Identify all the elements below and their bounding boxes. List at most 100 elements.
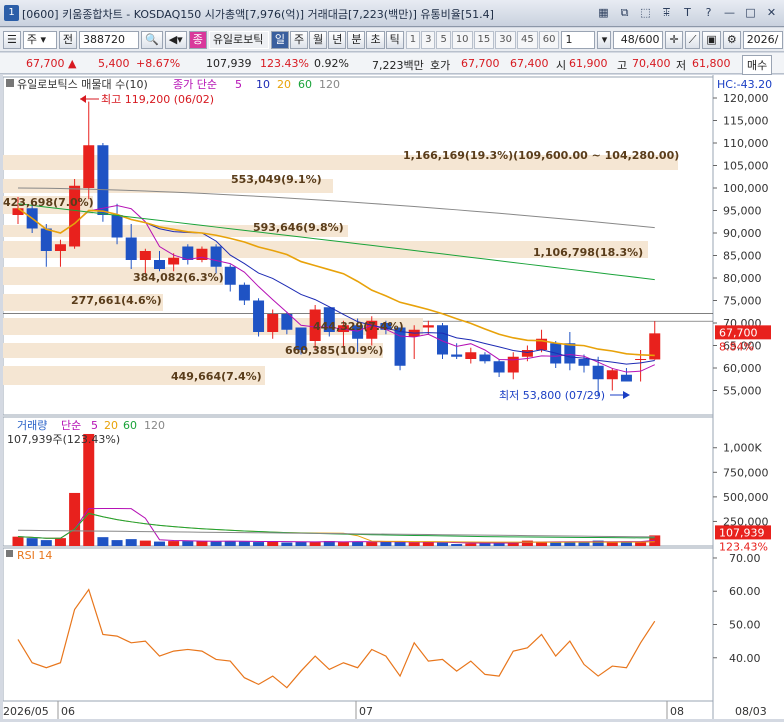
- volume-bar[interactable]: [111, 540, 123, 546]
- candle[interactable]: [620, 374, 632, 382]
- volume-bar[interactable]: [139, 540, 151, 546]
- unit-button-1[interactable]: 1: [405, 30, 421, 49]
- code-input[interactable]: 388720: [79, 30, 139, 49]
- unit-button-30[interactable]: 30: [495, 30, 517, 49]
- volume-bar[interactable]: [281, 542, 293, 546]
- volume-bar[interactable]: [238, 541, 250, 546]
- volume-bar[interactable]: [168, 541, 180, 546]
- candle[interactable]: [111, 215, 123, 238]
- prev-button[interactable]: 전: [58, 30, 77, 49]
- unit-button-60[interactable]: 60: [538, 30, 560, 49]
- candle[interactable]: [578, 359, 590, 366]
- help-icon[interactable]: ?: [700, 4, 717, 21]
- candle[interactable]: [97, 145, 109, 215]
- candle[interactable]: [69, 185, 81, 247]
- link-icon[interactable]: ⬚: [637, 4, 654, 21]
- volume-bar[interactable]: [210, 541, 222, 546]
- candle[interactable]: [394, 327, 406, 366]
- volume-bar[interactable]: [97, 537, 109, 546]
- volume-bar[interactable]: [394, 542, 406, 546]
- candle[interactable]: [635, 359, 647, 360]
- volume-bar[interactable]: [69, 492, 81, 546]
- volume-bar[interactable]: [54, 538, 66, 546]
- candle[interactable]: [479, 354, 491, 362]
- volume-bar[interactable]: [536, 542, 548, 546]
- cycle-select[interactable]: 주 ▾: [22, 30, 57, 49]
- volume-bar[interactable]: [606, 542, 618, 546]
- draw-line-icon[interactable]: ⟋: [684, 30, 701, 49]
- volume-bar[interactable]: [465, 543, 477, 546]
- tab-period-6[interactable]: 틱: [385, 30, 404, 49]
- unit-dropdown-icon[interactable]: ▾: [597, 30, 612, 49]
- volume-bar[interactable]: [437, 542, 448, 546]
- candle[interactable]: [451, 354, 463, 357]
- volume-bar[interactable]: [550, 542, 562, 546]
- rsi-panel[interactable]: [2, 547, 714, 702]
- candle[interactable]: [437, 325, 448, 355]
- candle[interactable]: [422, 325, 434, 328]
- volume-bar[interactable]: [26, 538, 38, 546]
- chart-canvas[interactable]: 120,000 115,000 110,000 105,000 100,000 95,00…: [2, 75, 784, 719]
- grid-icon[interactable]: ▦: [595, 4, 612, 21]
- unit-button-3[interactable]: 3: [421, 30, 436, 49]
- pin-icon[interactable]: ꔯ: [658, 4, 675, 21]
- maximize-icon[interactable]: □: [742, 4, 759, 21]
- unit-input[interactable]: 1: [561, 30, 596, 49]
- unit-button-10[interactable]: 10: [451, 30, 473, 49]
- crosshair-icon[interactable]: ✛: [665, 30, 683, 49]
- candle[interactable]: [521, 350, 533, 357]
- candle[interactable]: [54, 244, 66, 251]
- candle[interactable]: [168, 257, 180, 265]
- volume-bar[interactable]: [253, 542, 265, 546]
- tab-period-5[interactable]: 초: [366, 30, 385, 49]
- candle[interactable]: [154, 260, 165, 269]
- volume-bar[interactable]: [40, 540, 52, 546]
- candle[interactable]: [224, 266, 236, 285]
- volume-bar[interactable]: [125, 539, 137, 546]
- volume-bar[interactable]: [451, 544, 463, 546]
- tab-period-0[interactable]: 일: [270, 30, 289, 49]
- date-input[interactable]: 2026/: [742, 30, 783, 49]
- volume-bar[interactable]: [380, 541, 392, 546]
- candle[interactable]: [267, 314, 279, 332]
- unit-button-15[interactable]: 15: [473, 30, 495, 49]
- candle[interactable]: [210, 246, 222, 267]
- candle[interactable]: [606, 370, 618, 380]
- copy-icon[interactable]: ⧉: [616, 4, 633, 21]
- volume-bar[interactable]: [309, 542, 321, 546]
- candle[interactable]: [465, 352, 477, 359]
- candle[interactable]: [125, 237, 137, 261]
- volume-bar[interactable]: [12, 536, 24, 546]
- candle[interactable]: [139, 251, 151, 260]
- tab-period-2[interactable]: 월: [309, 30, 328, 49]
- tab-period-3[interactable]: 년: [328, 30, 347, 49]
- candle[interactable]: [253, 300, 265, 333]
- volume-bar[interactable]: [352, 541, 364, 546]
- candle[interactable]: [564, 343, 576, 364]
- volume-bar[interactable]: [422, 542, 434, 546]
- volume-bar[interactable]: [635, 542, 647, 546]
- volume-bar[interactable]: [521, 540, 533, 546]
- save-icon[interactable]: ▣: [702, 30, 721, 49]
- volume-bar[interactable]: [182, 541, 194, 546]
- volume-bar[interactable]: [224, 541, 236, 546]
- unit-button-45[interactable]: 45: [517, 30, 538, 49]
- settings-icon[interactable]: ⚙: [722, 30, 741, 49]
- volume-bar[interactable]: [408, 542, 420, 546]
- volume-bar[interactable]: [337, 542, 349, 546]
- text-icon[interactable]: T: [679, 4, 696, 21]
- candle[interactable]: [493, 361, 505, 373]
- candle[interactable]: [592, 365, 604, 380]
- search-icon[interactable]: 🔍: [141, 30, 163, 49]
- menu-icon[interactable]: ☰: [3, 30, 21, 49]
- volume-bar[interactable]: [83, 433, 95, 546]
- close-icon[interactable]: ✕: [763, 4, 780, 21]
- volume-bar[interactable]: [366, 542, 378, 546]
- minimize-icon[interactable]: —: [721, 4, 738, 21]
- candle[interactable]: [238, 284, 250, 301]
- tab-period-1[interactable]: 주: [289, 30, 309, 49]
- volume-bar[interactable]: [196, 541, 208, 546]
- sound-icon[interactable]: ◀▾: [164, 30, 187, 49]
- volume-bar[interactable]: [154, 541, 165, 546]
- candle[interactable]: [40, 228, 52, 252]
